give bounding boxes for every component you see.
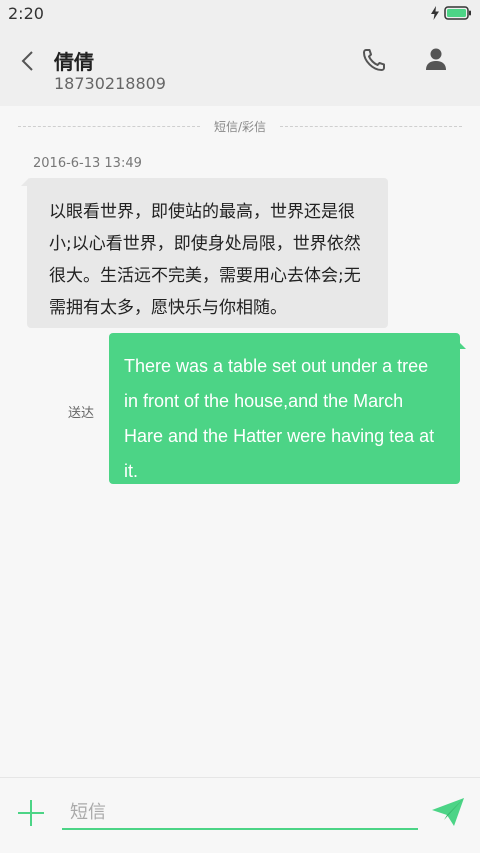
conversation-header: 倩倩 18730218809 [0,28,480,106]
back-button[interactable] [14,46,44,76]
bolt-icon [431,6,439,20]
send-button[interactable] [430,796,466,828]
chevron-left-icon [21,51,33,71]
message-type-divider: 短信/彩信 [18,118,462,136]
profile-button[interactable] [422,46,450,74]
incoming-message-bubble[interactable]: 以眼看世界，即使站的最高，世界还是很小;以心看世界，即使身处局限，世界依然很大。… [27,178,388,328]
phone-icon [363,49,385,71]
sms-thread-screen: 2:20 倩倩 18730218809 短信/彩信 2016-6-13 13:4… [0,0,480,853]
incoming-message-text: 以眼看世界，即使站的最高，世界还是很小;以心看世界，即使身处局限，世界依然很大。… [49,202,361,318]
paper-plane-icon [432,798,464,826]
status-bar: 2:20 [0,0,480,28]
battery-icon [444,6,471,20]
status-time: 2:20 [8,4,44,23]
call-button[interactable] [360,46,388,74]
sent-status-label: 送达 [68,406,95,421]
outgoing-bubble-tail [458,341,466,349]
message-timestamp: 2016-6-13 13:49 [33,156,142,171]
outgoing-message-text: There was a table set out under a tree i… [124,356,435,481]
contact-number: 18730218809 [54,74,166,93]
message-composer [0,777,480,853]
message-input[interactable] [62,796,418,830]
status-icons [430,6,472,20]
divider-line-right [280,126,462,127]
contact-name: 倩倩 [54,50,94,74]
add-attachment-button[interactable] [16,798,46,828]
outgoing-message-bubble[interactable]: There was a table set out under a tree i… [109,333,460,484]
person-icon [426,48,446,70]
plus-icon [18,800,44,826]
